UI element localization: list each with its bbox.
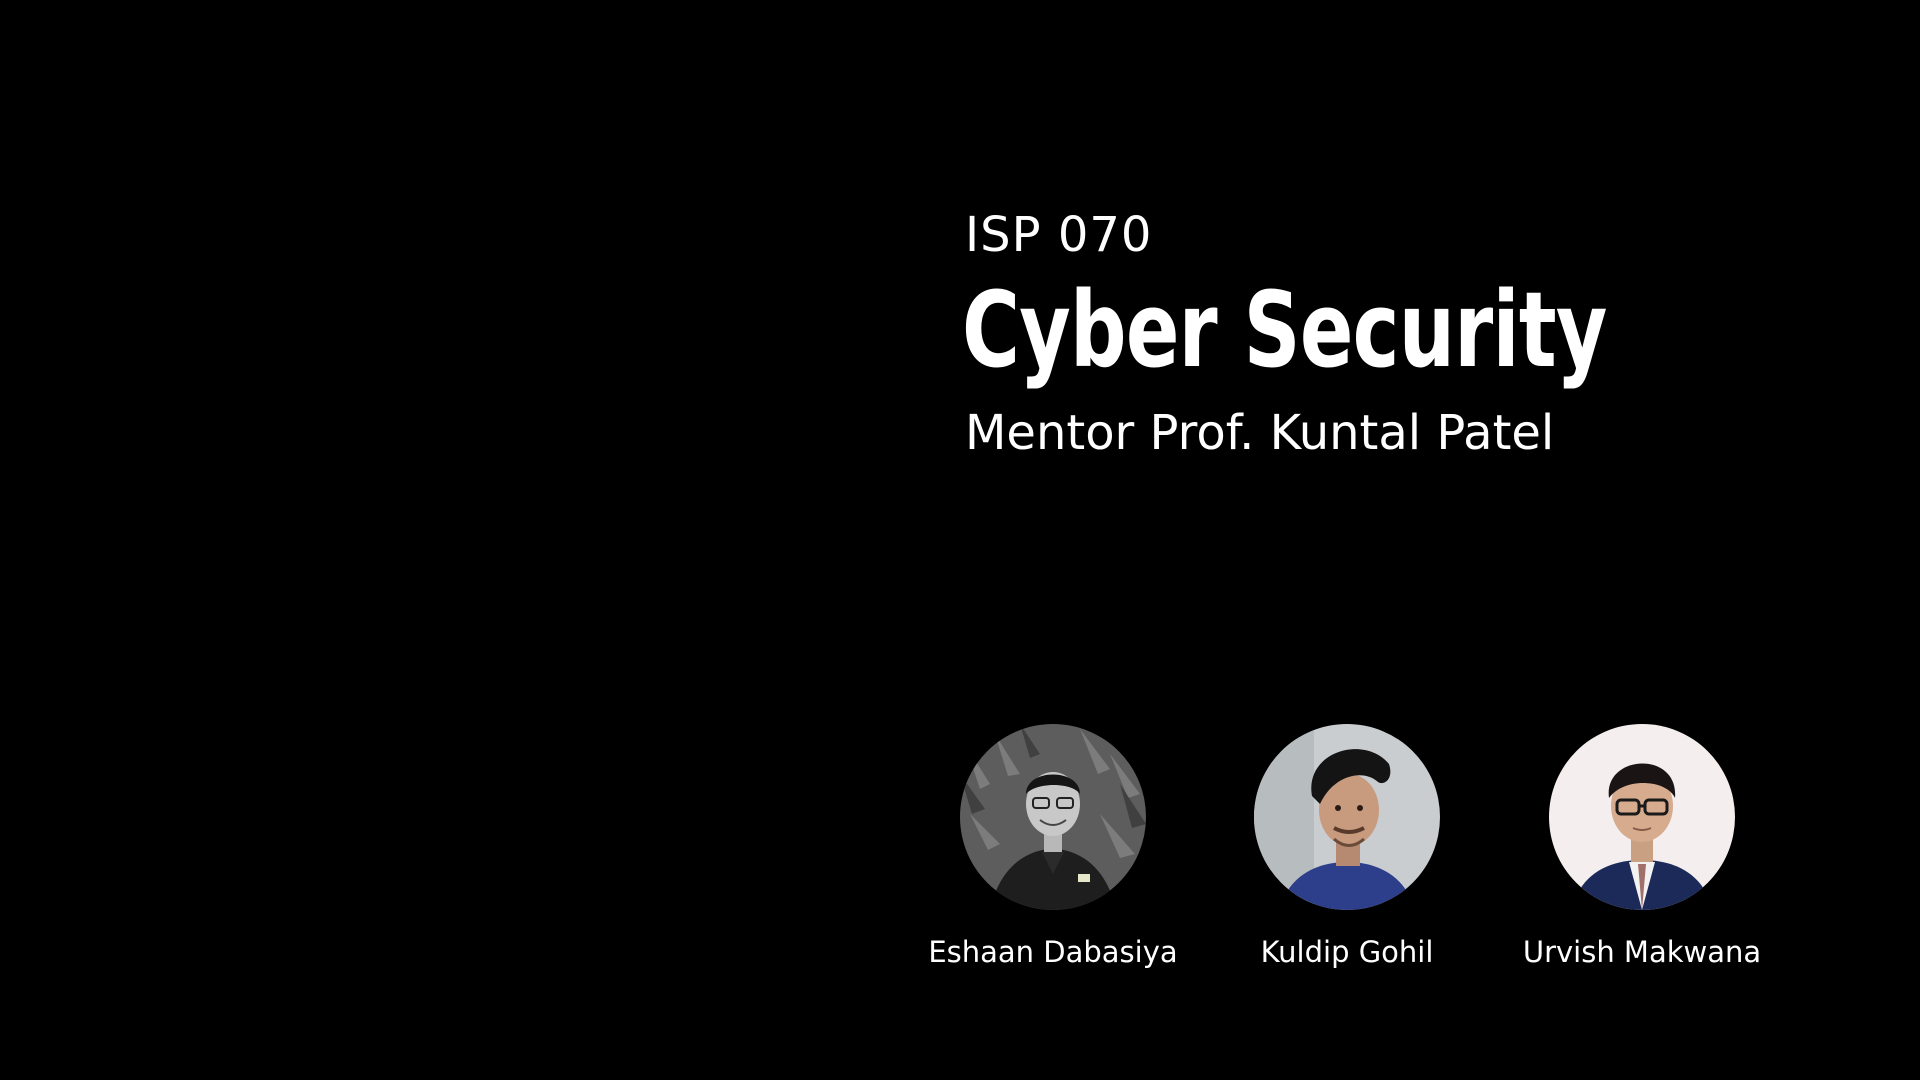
avatar bbox=[1549, 724, 1735, 910]
avatar bbox=[960, 724, 1146, 910]
avatar bbox=[1254, 724, 1440, 910]
slide-title: Cyber Security bbox=[962, 269, 1607, 391]
team-member-card: Urvish Makwana bbox=[1502, 724, 1782, 984]
team-member-card: Eshaan Dabasiya bbox=[913, 724, 1193, 984]
avatar-photo-grayscale-suit bbox=[960, 724, 1146, 910]
member-name: Kuldip Gohil bbox=[1260, 935, 1434, 969]
member-name: Urvish Makwana bbox=[1522, 935, 1762, 969]
presentation-slide: ISP 070 Cyber Security Mentor Prof. Kunt… bbox=[0, 0, 1920, 1080]
member-name: Eshaan Dabasiya bbox=[928, 935, 1178, 969]
project-code: ISP 070 bbox=[965, 207, 1153, 263]
mentor-line: Mentor Prof. Kuntal Patel bbox=[965, 405, 1555, 461]
team-member-card: Kuldip Gohil bbox=[1207, 724, 1487, 984]
avatar-photo-navy-suit-glasses bbox=[1549, 724, 1735, 910]
avatar-photo-blue-tshirt bbox=[1254, 724, 1440, 910]
